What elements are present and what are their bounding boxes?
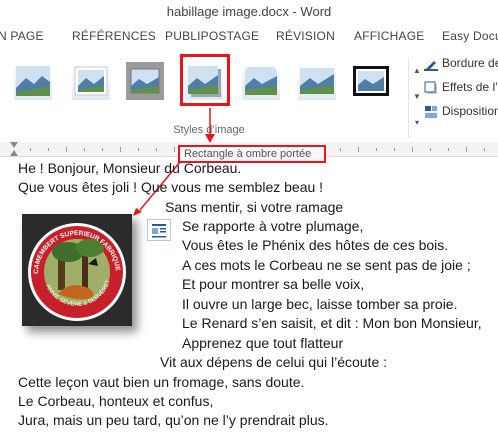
gallery-down-icon[interactable]: ▼ — [409, 84, 425, 110]
tab-mise-en-page[interactable]: N PAGE — [0, 29, 44, 43]
tab-revision[interactable]: RÉVISION — [276, 29, 335, 43]
doc-line: Le Corbeau, honteux et confus, — [18, 393, 214, 409]
picture-style-thumb[interactable] — [242, 62, 280, 100]
picture-style-thumb[interactable] — [126, 62, 164, 100]
selected-style-highlight — [180, 54, 230, 106]
style-tooltip: Rectangle à ombre portée — [178, 145, 326, 163]
group-label-styles: Styles d’image — [173, 124, 245, 136]
picture-effects-label: Effets de l’ — [442, 80, 498, 94]
tab-easy-docu[interactable]: Easy Docu — [442, 29, 498, 43]
doc-line: Le Renard s’en saisit, et dit : Mon bon … — [182, 315, 482, 331]
doc-line: Et pour montrer sa belle voix, — [182, 276, 365, 292]
doc-line: Se rapporte à votre plumage, — [182, 218, 364, 234]
picture-style-thumb[interactable] — [298, 62, 336, 100]
doc-line: Vit aux dépens de celui qui l’écoute : — [160, 354, 388, 370]
border-icon — [424, 57, 438, 71]
doc-line: A ces mots le Corbeau ne se sent pas de … — [182, 257, 471, 273]
picture-border-button[interactable]: Bordure de — [424, 56, 498, 71]
picture-style-thumb[interactable] — [352, 62, 390, 100]
doc-line: Vous êtes le Phénix des hôtes de ces boi… — [182, 237, 449, 253]
doc-line: Cette leçon vaut bien un fromage, sans d… — [18, 374, 305, 390]
doc-line: Apprenez que tout flatteur — [182, 335, 344, 351]
layout-icon — [424, 105, 438, 119]
picture-layout-button[interactable]: Disposition — [424, 104, 498, 119]
picture-border-label: Bordure de — [442, 56, 498, 70]
ribbon-tabs: N PAGE RÉFÉRENCES PUBLIPOSTAGE RÉVISION … — [0, 24, 498, 48]
doc-line: Il ouvre un large bec, laisse tomber sa … — [182, 296, 458, 312]
picture-style-thumb[interactable] — [14, 62, 52, 100]
gallery-up-icon[interactable]: ▲ — [409, 58, 425, 84]
doc-line: Que vous êtes joli ! Que vous me semblez… — [18, 179, 324, 195]
picture-style-thumb[interactable] — [72, 62, 110, 100]
doc-line: Sans mentir, si votre ramage — [165, 199, 344, 215]
picture-styles-gallery: ▲ ▼ ▾ — [6, 52, 421, 138]
picture-effects-button[interactable]: Effets de l’ — [424, 80, 498, 95]
doc-line: Jura, mais un peu tard, qu’on ne l’y pre… — [18, 412, 329, 428]
layout-options-icon[interactable] — [147, 219, 171, 241]
tab-affichage[interactable]: AFFICHAGE — [354, 29, 424, 43]
camembert-label-picture[interactable]: CAMEMBERT SUPERIEUR FABRIQUE EN LORRAINE… — [19, 209, 132, 326]
effects-icon — [424, 81, 438, 95]
ribbon-picture-styles: ▲ ▼ ▾ Styles d’image Bordure de Effets d… — [0, 48, 498, 143]
tab-references[interactable]: RÉFÉRENCES — [72, 29, 156, 43]
picture-layout-label: Disposition — [442, 104, 498, 118]
tab-publipostage[interactable]: PUBLIPOSTAGE — [165, 29, 259, 43]
window-title: habillage image.docx - Word — [0, 0, 498, 24]
